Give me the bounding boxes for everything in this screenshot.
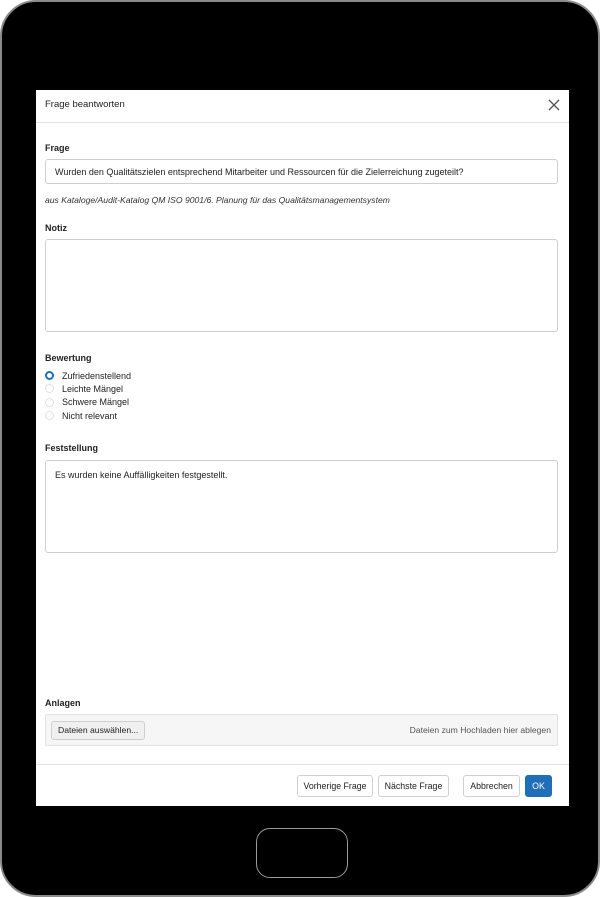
rating-option-major-defects[interactable]: Schwere Mängel <box>45 396 131 409</box>
notes-label: Notiz <box>45 223 67 233</box>
question-source: aus Kataloge/Audit-Katalog QM ISO 9001/6… <box>45 195 390 205</box>
radio-unchecked-icon <box>45 411 54 421</box>
rating-option-label: Leichte Mängel <box>62 383 124 394</box>
notes-textarea[interactable] <box>45 239 558 332</box>
rating-label: Bewertung <box>45 353 92 363</box>
finding-textarea[interactable]: Es wurden keine Auffälligkeiten festgest… <box>45 460 558 553</box>
finding-label: Feststellung <box>45 443 99 453</box>
radio-unchecked-icon <box>45 384 54 394</box>
radio-checked-icon <box>45 371 54 381</box>
drop-hint: Dateien zum Hochladen hier ablegen <box>409 725 551 735</box>
file-drop-zone[interactable]: Dateien auswählen... Dateien zum Hochlad… <box>45 714 558 746</box>
dialog-title: Frage beantworten <box>45 99 125 110</box>
dialog-footer: Vorherige Frage Nächste Frage Abbrechen … <box>36 764 569 807</box>
close-icon[interactable] <box>547 98 561 112</box>
rating-option-not-relevant[interactable]: Nicht relevant <box>45 409 131 422</box>
rating-option-satisfactory[interactable]: Zufriedenstellend <box>45 369 131 382</box>
choose-files-button[interactable]: Dateien auswählen... <box>51 721 146 740</box>
dialog-header: Frage beantworten <box>36 90 569 123</box>
cancel-button[interactable]: Abbrechen <box>463 775 520 797</box>
question-label: Frage <box>45 143 70 153</box>
rating-option-label: Schwere Mängel <box>62 397 130 408</box>
rating-option-label: Zufriedenstellend <box>62 370 132 381</box>
question-text: Wurden den Qualitätszielen entsprechend … <box>55 167 464 177</box>
attachments-label: Anlagen <box>45 698 81 708</box>
question-field: Wurden den Qualitätszielen entsprechend … <box>45 159 558 184</box>
rating-option-label: Nicht relevant <box>62 410 118 421</box>
radio-unchecked-icon <box>45 397 54 407</box>
tablet-frame: Frage beantworten Frage Wurden den Quali… <box>0 0 600 897</box>
rating-option-minor-defects[interactable]: Leichte Mängel <box>45 382 131 395</box>
ok-button[interactable]: OK <box>525 775 552 797</box>
answer-question-dialog: Frage beantworten Frage Wurden den Quali… <box>36 90 569 806</box>
next-question-button[interactable]: Nächste Frage <box>378 775 449 797</box>
previous-question-button[interactable]: Vorherige Frage <box>297 775 373 797</box>
home-button[interactable] <box>256 828 348 878</box>
rating-radio-group: Zufriedenstellend Leichte Mängel Schwere… <box>45 369 131 422</box>
finding-value: Es wurden keine Auffälligkeiten festgest… <box>55 470 228 480</box>
